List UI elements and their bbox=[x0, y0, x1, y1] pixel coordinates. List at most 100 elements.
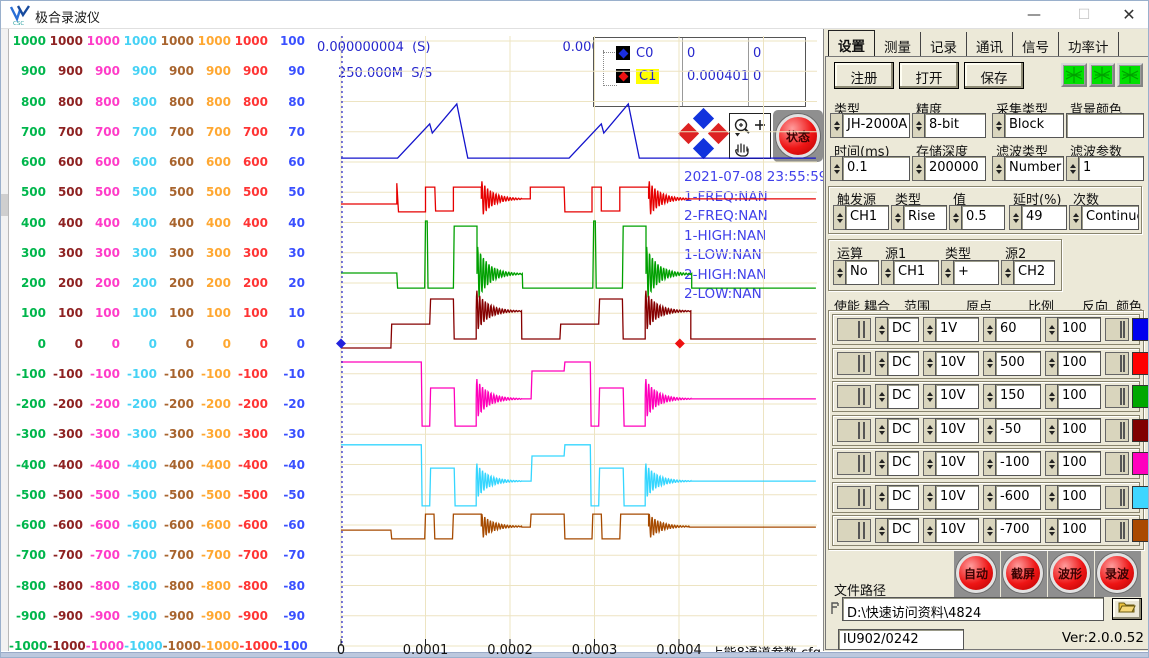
origin-field[interactable]: -50 bbox=[995, 418, 1041, 443]
trigger-field[interactable]: 0.5 bbox=[961, 205, 1005, 230]
trigger-field[interactable]: Continue bbox=[1081, 205, 1139, 230]
spinner-control[interactable] bbox=[923, 384, 935, 409]
spinner-control[interactable] bbox=[891, 205, 903, 230]
enable-switch[interactable] bbox=[837, 318, 871, 341]
spinner-control[interactable] bbox=[923, 451, 935, 476]
range-field[interactable]: 10V bbox=[935, 351, 979, 376]
setting-field[interactable]: JH-2000A bbox=[842, 113, 910, 138]
coupling-field[interactable]: DC bbox=[887, 351, 919, 376]
invert-switch[interactable] bbox=[1105, 352, 1129, 375]
origin-field[interactable]: -600 bbox=[995, 485, 1041, 510]
spinner-control[interactable] bbox=[1045, 418, 1057, 443]
enable-switch[interactable] bbox=[837, 452, 871, 475]
left-splitter[interactable] bbox=[1, 29, 9, 651]
spinner-control[interactable] bbox=[923, 418, 935, 443]
invert-switch[interactable] bbox=[1105, 486, 1129, 509]
channel-color-swatch[interactable] bbox=[1132, 519, 1149, 542]
tab-3[interactable]: 记录 bbox=[921, 32, 967, 56]
toolbar-button-2[interactable]: 打开 bbox=[899, 62, 959, 89]
browse-folder-button[interactable] bbox=[1112, 598, 1142, 620]
scale-field[interactable]: 100 bbox=[1057, 518, 1101, 543]
setting-field[interactable]: Block bbox=[1004, 113, 1064, 138]
spinner-control[interactable] bbox=[923, 317, 935, 342]
origin-field[interactable]: 60 bbox=[995, 317, 1041, 342]
spinner-control[interactable] bbox=[983, 485, 995, 510]
splitter-grip[interactable] bbox=[1, 194, 8, 216]
invert-switch[interactable] bbox=[1105, 519, 1129, 542]
range-field[interactable]: 1V bbox=[935, 317, 979, 342]
range-field[interactable]: 10V bbox=[935, 384, 979, 409]
setting-field[interactable]: Number bbox=[1004, 156, 1064, 181]
led-indicator[interactable] bbox=[1117, 63, 1143, 87]
spinner-control[interactable] bbox=[983, 518, 995, 543]
tab-1[interactable]: 设置 bbox=[828, 30, 875, 56]
trigger-field[interactable]: 49 bbox=[1021, 205, 1067, 230]
toolbar-button-1[interactable]: 注册 bbox=[834, 62, 894, 89]
invert-switch[interactable] bbox=[1105, 318, 1129, 341]
spinner-control[interactable] bbox=[875, 351, 887, 376]
close-button[interactable]: ✕ bbox=[1108, 1, 1149, 29]
range-field[interactable]: 10V bbox=[935, 451, 979, 476]
tab-6[interactable]: 功率计 bbox=[1059, 32, 1119, 56]
math-field[interactable]: CH1 bbox=[893, 260, 939, 285]
spinner-control[interactable] bbox=[1045, 317, 1057, 342]
scale-field[interactable]: 100 bbox=[1057, 384, 1101, 409]
action-button-3[interactable]: 波形 bbox=[1050, 553, 1090, 593]
action-button-4[interactable]: 录波 bbox=[1097, 553, 1137, 593]
spinner-control[interactable] bbox=[983, 317, 995, 342]
origin-field[interactable]: 150 bbox=[995, 384, 1041, 409]
channel-color-swatch[interactable] bbox=[1132, 318, 1149, 341]
spinner-control[interactable] bbox=[941, 260, 953, 285]
scale-field[interactable]: 100 bbox=[1057, 351, 1101, 376]
setting-field[interactable] bbox=[1066, 113, 1144, 138]
spinner-control[interactable] bbox=[875, 518, 887, 543]
spinner-control[interactable] bbox=[983, 451, 995, 476]
spinner-control[interactable] bbox=[1045, 451, 1057, 476]
spinner-control[interactable] bbox=[912, 113, 924, 138]
spinner-control[interactable] bbox=[923, 351, 935, 376]
channel-color-swatch[interactable] bbox=[1132, 486, 1149, 509]
coupling-field[interactable]: DC bbox=[887, 418, 919, 443]
math-field[interactable]: CH2 bbox=[1013, 260, 1055, 285]
range-field[interactable]: 10V bbox=[935, 418, 979, 443]
spinner-control[interactable] bbox=[830, 113, 842, 138]
spinner-control[interactable] bbox=[992, 113, 1004, 138]
enable-switch[interactable] bbox=[837, 352, 871, 375]
scale-field[interactable]: 100 bbox=[1057, 451, 1101, 476]
spinner-control[interactable] bbox=[833, 260, 845, 285]
spinner-control[interactable] bbox=[833, 205, 845, 230]
enable-switch[interactable] bbox=[837, 385, 871, 408]
spinner-control[interactable] bbox=[875, 451, 887, 476]
spinner-control[interactable] bbox=[1069, 205, 1081, 230]
origin-field[interactable]: -100 bbox=[995, 451, 1041, 476]
spinner-control[interactable] bbox=[875, 384, 887, 409]
range-field[interactable]: 10V bbox=[935, 518, 979, 543]
enable-switch[interactable] bbox=[837, 519, 871, 542]
spinner-control[interactable] bbox=[1045, 351, 1057, 376]
minimize-button[interactable]: — bbox=[1013, 1, 1055, 29]
enable-switch[interactable] bbox=[837, 486, 871, 509]
invert-switch[interactable] bbox=[1105, 452, 1129, 475]
spinner-control[interactable] bbox=[923, 518, 935, 543]
waveform-plot[interactable] bbox=[309, 29, 823, 651]
spinner-control[interactable] bbox=[983, 384, 995, 409]
spinner-control[interactable] bbox=[881, 260, 893, 285]
spinner-control[interactable] bbox=[875, 418, 887, 443]
spinner-control[interactable] bbox=[875, 317, 887, 342]
action-button-2[interactable]: 截屏 bbox=[1003, 553, 1043, 593]
setting-field[interactable]: 200000 bbox=[924, 156, 986, 181]
invert-switch[interactable] bbox=[1105, 385, 1129, 408]
math-field[interactable]: + bbox=[953, 260, 999, 285]
range-field[interactable]: 10V bbox=[935, 485, 979, 510]
action-button-1[interactable]: 自动 bbox=[956, 553, 996, 593]
file-path-input[interactable]: D:\快速访问资料\4824 bbox=[842, 597, 1104, 621]
coupling-field[interactable]: DC bbox=[887, 317, 919, 342]
cursor-marker-c1[interactable] bbox=[675, 339, 685, 349]
trigger-field[interactable]: CH1 bbox=[845, 205, 889, 230]
toolbar-button-3[interactable]: 保存 bbox=[964, 62, 1024, 89]
spinner-control[interactable] bbox=[1045, 485, 1057, 510]
enable-switch[interactable] bbox=[837, 419, 871, 442]
scale-field[interactable]: 100 bbox=[1057, 485, 1101, 510]
origin-field[interactable]: -700 bbox=[995, 518, 1041, 543]
cursor-marker-c0[interactable] bbox=[336, 339, 346, 349]
